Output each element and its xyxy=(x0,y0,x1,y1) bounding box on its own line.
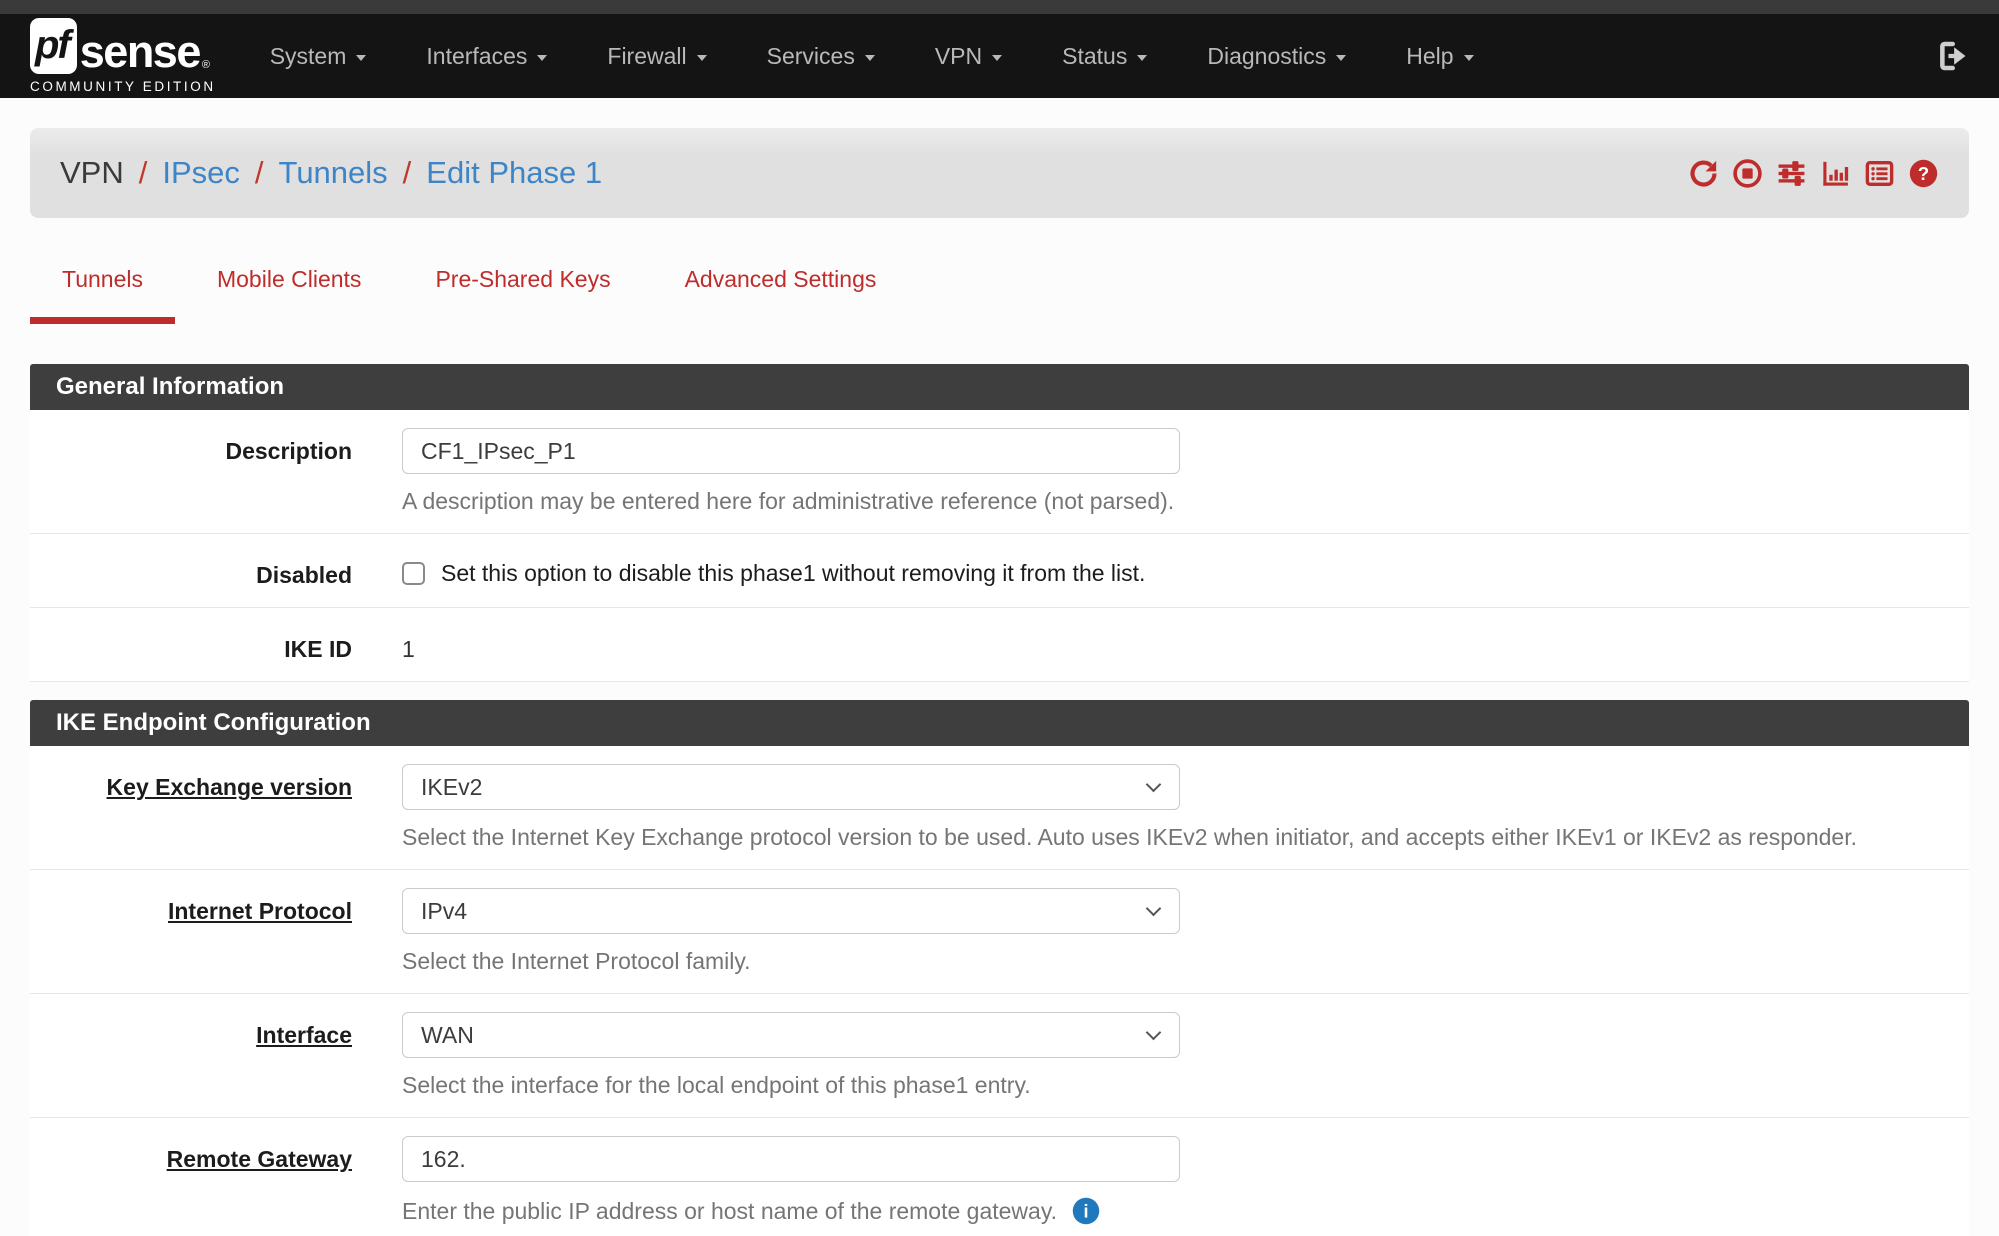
description-help: A description may be entered here for ad… xyxy=(402,488,1969,515)
internet-protocol-select[interactable]: IPv4 xyxy=(402,888,1180,934)
nav-item-label: Help xyxy=(1406,43,1453,70)
info-icon[interactable]: i xyxy=(1071,1196,1101,1226)
breadcrumb-separator: / xyxy=(255,155,264,191)
chevron-down-icon xyxy=(992,55,1002,61)
nav-item-system[interactable]: System xyxy=(270,43,367,70)
key-exchange-version-label: Key Exchange version xyxy=(30,764,352,851)
section-title: IKE Endpoint Configuration xyxy=(30,700,1969,746)
tab-advanced-settings[interactable]: Advanced Settings xyxy=(653,266,909,324)
remote-gateway-help-text: Enter the public IP address or host name… xyxy=(402,1198,1057,1225)
remote-gateway-input[interactable] xyxy=(402,1136,1180,1182)
row-interface: Interface WAN Select the interface for t… xyxy=(30,994,1969,1118)
disabled-checkbox[interactable] xyxy=(402,562,425,585)
chevron-down-icon xyxy=(537,55,547,61)
pfsense-logo[interactable]: pf sense ® COMMUNITY EDITION xyxy=(30,18,216,94)
breadcrumb: VPN / IPsec / Tunnels / Edit Phase 1 xyxy=(60,155,602,191)
nav-item-label: Firewall xyxy=(607,43,686,70)
remote-gateway-help: Enter the public IP address or host name… xyxy=(402,1196,1969,1226)
chevron-down-icon xyxy=(356,55,366,61)
remote-gateway-label: Remote Gateway xyxy=(30,1136,352,1226)
internet-protocol-label: Internet Protocol xyxy=(30,888,352,975)
question-glyph: ? xyxy=(1918,162,1929,183)
chevron-down-icon xyxy=(1146,901,1162,917)
community-edition-label: COMMUNITY EDITION xyxy=(30,79,216,94)
breadcrumb-separator: / xyxy=(139,155,148,191)
row-disabled: Disabled Set this option to disable this… xyxy=(30,534,1969,608)
internet-protocol-help: Select the Internet Protocol family. xyxy=(402,948,1969,975)
pfsense-logo-pf: pf xyxy=(30,18,77,74)
section-title: General Information xyxy=(30,364,1969,410)
description-label: Description xyxy=(30,428,352,515)
nav-item-help[interactable]: Help xyxy=(1406,43,1473,70)
nav-item-label: Status xyxy=(1062,43,1127,70)
refresh-icon[interactable] xyxy=(1688,158,1719,189)
chevron-down-icon xyxy=(1146,777,1162,793)
sign-out-icon[interactable] xyxy=(1935,39,1969,73)
nav-item-label: System xyxy=(270,43,347,70)
nav-item-label: Interfaces xyxy=(426,43,527,70)
breadcrumb-tunnels[interactable]: Tunnels xyxy=(279,155,388,191)
select-value: IKEv2 xyxy=(421,774,482,801)
stop-circle-icon[interactable] xyxy=(1732,158,1763,189)
tab-mobile-clients[interactable]: Mobile Clients xyxy=(185,266,393,324)
info-glyph: i xyxy=(1084,1201,1089,1221)
row-description: Description A description may be entered… xyxy=(30,410,1969,534)
chevron-down-icon xyxy=(1146,1025,1162,1041)
interface-help: Select the interface for the local endpo… xyxy=(402,1072,1969,1099)
nav-item-services[interactable]: Services xyxy=(767,43,875,70)
nav-item-status[interactable]: Status xyxy=(1062,43,1147,70)
disabled-label: Disabled xyxy=(30,552,352,589)
bar-chart-icon[interactable] xyxy=(1820,158,1851,189)
select-value: WAN xyxy=(421,1022,474,1049)
ike-id-value: 1 xyxy=(402,626,1969,663)
row-ike-id: IKE ID 1 xyxy=(30,608,1969,682)
key-exchange-version-select[interactable]: IKEv2 xyxy=(402,764,1180,810)
nav-item-firewall[interactable]: Firewall xyxy=(607,43,706,70)
help-icon[interactable]: ? xyxy=(1908,158,1939,189)
interface-label: Interface xyxy=(30,1012,352,1099)
sliders-icon[interactable] xyxy=(1776,158,1807,189)
tab-bar: Tunnels Mobile Clients Pre-Shared Keys A… xyxy=(30,266,1969,324)
pfsense-logo-sense: sense xyxy=(80,31,200,74)
nav-item-label: VPN xyxy=(935,43,982,70)
select-value: IPv4 xyxy=(421,898,467,925)
row-remote-gateway: Remote Gateway Enter the public IP addre… xyxy=(30,1118,1969,1236)
tab-tunnels[interactable]: Tunnels xyxy=(30,266,175,324)
chevron-down-icon xyxy=(1336,55,1346,61)
chevron-down-icon xyxy=(865,55,875,61)
breadcrumb-ipsec[interactable]: IPsec xyxy=(162,155,240,191)
breadcrumb-separator: / xyxy=(403,155,412,191)
list-icon[interactable] xyxy=(1864,158,1895,189)
breadcrumb-edit-phase-1[interactable]: Edit Phase 1 xyxy=(426,155,602,191)
chevron-down-icon xyxy=(697,55,707,61)
form-content: General Information Description A descri… xyxy=(30,364,1969,1236)
section-general-information: General Information Description A descri… xyxy=(30,364,1969,682)
interface-select[interactable]: WAN xyxy=(402,1012,1180,1058)
ike-id-label: IKE ID xyxy=(30,626,352,663)
main-navbar: pf sense ® COMMUNITY EDITION System Inte… xyxy=(0,14,1999,98)
nav-item-vpn[interactable]: VPN xyxy=(935,43,1002,70)
description-input[interactable] xyxy=(402,428,1180,474)
page-action-icons: ? xyxy=(1688,158,1939,189)
section-ike-endpoint-configuration: IKE Endpoint Configuration Key Exchange … xyxy=(30,700,1969,1236)
key-exchange-version-help: Select the Internet Key Exchange protoco… xyxy=(402,824,1969,851)
top-strip xyxy=(0,0,1999,14)
nav-item-diagnostics[interactable]: Diagnostics xyxy=(1207,43,1346,70)
nav-item-interfaces[interactable]: Interfaces xyxy=(426,43,547,70)
tab-pre-shared-keys[interactable]: Pre-Shared Keys xyxy=(403,266,642,324)
registered-mark: ® xyxy=(202,59,210,71)
chevron-down-icon xyxy=(1464,55,1474,61)
breadcrumb-vpn: VPN xyxy=(60,155,124,191)
nav-item-label: Services xyxy=(767,43,855,70)
breadcrumb-bar: VPN / IPsec / Tunnels / Edit Phase 1 xyxy=(30,128,1969,218)
row-internet-protocol: Internet Protocol IPv4 Select the Intern… xyxy=(30,870,1969,994)
disabled-checkbox-text: Set this option to disable this phase1 w… xyxy=(441,560,1145,587)
nav-item-label: Diagnostics xyxy=(1207,43,1326,70)
nav-menu: System Interfaces Firewall Services VPN … xyxy=(270,43,1474,70)
row-key-exchange-version: Key Exchange version IKEv2 Select the In… xyxy=(30,746,1969,870)
chevron-down-icon xyxy=(1137,55,1147,61)
